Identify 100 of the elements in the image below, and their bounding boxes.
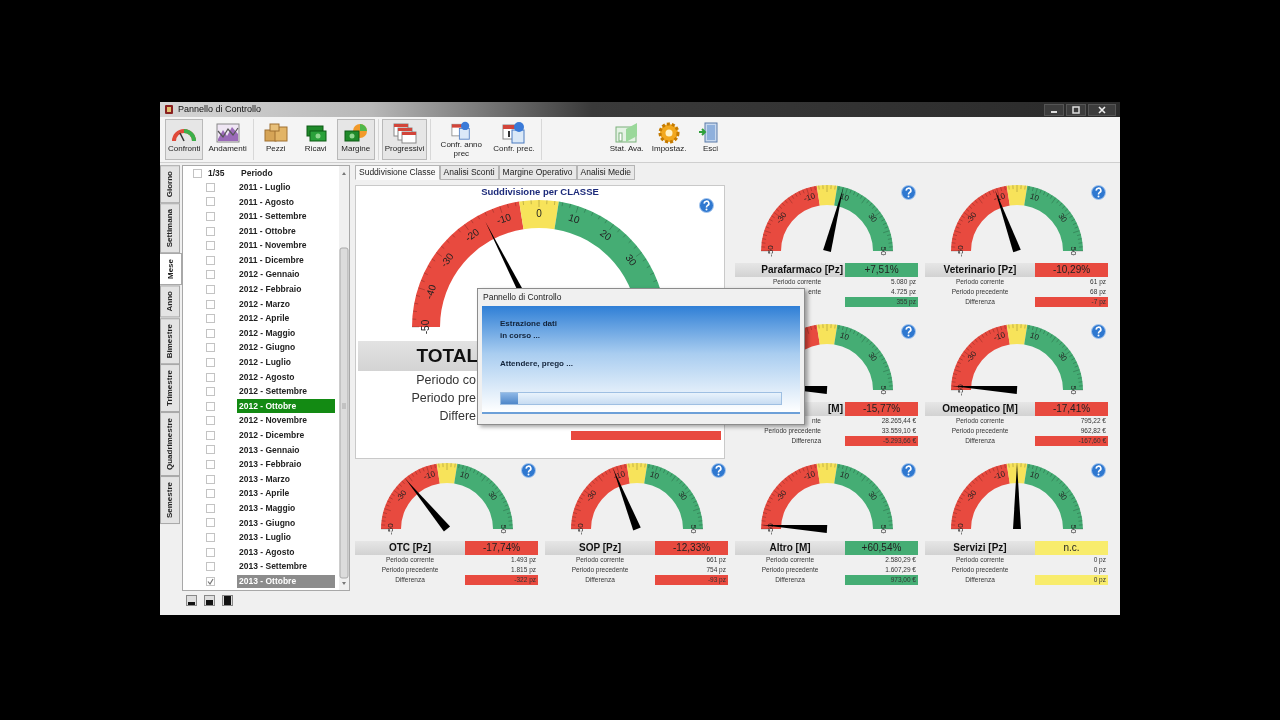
period-item[interactable]: 2013 - Agosto	[237, 545, 335, 559]
period-item[interactable]: 2011 - Luglio	[237, 180, 335, 195]
period-item[interactable]: 2012 - Giugno	[237, 341, 335, 355]
period-item[interactable]: 2012 - Luglio	[237, 355, 335, 370]
period-item[interactable]: 2012 - Settembre	[237, 384, 335, 399]
checkbox[interactable]	[205, 284, 215, 294]
scale-label: -30	[774, 210, 789, 226]
checkbox[interactable]	[205, 241, 215, 251]
period-tab[interactable]: Semestre	[160, 476, 180, 525]
scale-label: 0	[536, 207, 542, 219]
help-icon[interactable]	[901, 185, 916, 200]
checkbox[interactable]	[205, 430, 215, 440]
period-item[interactable]: 2011 - Ottobre	[237, 224, 335, 238]
help-icon[interactable]	[1091, 185, 1106, 200]
help-icon[interactable]	[1091, 324, 1106, 339]
help-icon[interactable]	[521, 463, 536, 478]
help-icon[interactable]	[711, 463, 726, 478]
period-item[interactable]: 2012 - Aprile	[237, 311, 335, 326]
app-icon	[164, 104, 174, 115]
checkbox[interactable]	[205, 372, 215, 382]
checkbox[interactable]	[205, 489, 215, 499]
period-item[interactable]: 2012 - Dicembre	[237, 428, 335, 443]
period-item[interactable]: 2013 - Giugno	[237, 516, 335, 530]
checkbox[interactable]	[205, 314, 215, 324]
toolbar-button[interactable]: Margine	[336, 119, 375, 160]
tab[interactable]: Suddivisione Classe	[355, 165, 440, 180]
period-tab[interactable]: Anno	[160, 285, 180, 318]
scrollbar[interactable]	[339, 166, 349, 590]
period-tab[interactable]: Bimestre	[160, 317, 180, 365]
checkbox[interactable]	[205, 387, 215, 397]
period-item[interactable]: 2012 - Ottobre	[237, 399, 335, 413]
period-item[interactable]: 2012 - Febbraio	[237, 282, 335, 297]
checkbox[interactable]	[205, 343, 215, 353]
tab[interactable]: Analisi Sconti	[439, 165, 499, 180]
checkbox[interactable]	[205, 197, 215, 207]
period-item[interactable]: 2012 - Agosto	[237, 370, 335, 384]
period-item[interactable]: 2013 - Settembre	[237, 559, 335, 574]
checkbox[interactable]	[205, 182, 215, 192]
toolbar-button[interactable]: Confr. anno prec	[434, 119, 489, 160]
toolbar-button[interactable]: Confronti	[165, 119, 204, 160]
period-item[interactable]: 2013 - Febbraio	[237, 457, 335, 472]
tab[interactable]: Analisi Medie	[576, 165, 636, 180]
toolbar-button[interactable]: Impostaz.	[648, 119, 690, 160]
checkbox[interactable]	[205, 576, 215, 586]
checkbox[interactable]	[205, 401, 215, 411]
minimize-button[interactable]	[1044, 103, 1064, 116]
toolbar-button[interactable]: Pezzi	[256, 119, 295, 160]
tab[interactable]: Margine Operativo	[498, 165, 577, 180]
period-item[interactable]: 2012 - Maggio	[237, 326, 335, 341]
checkbox[interactable]	[205, 270, 215, 280]
checkbox[interactable]	[205, 547, 215, 557]
checkbox[interactable]	[205, 503, 215, 513]
toolbar-button[interactable]: Andamenti	[205, 119, 250, 160]
checkbox[interactable]	[205, 357, 215, 367]
checkbox[interactable]	[205, 533, 215, 543]
scale-label: 30	[866, 350, 879, 364]
checkbox[interactable]	[205, 255, 215, 265]
help-icon[interactable]	[1091, 463, 1106, 478]
period-item[interactable]: 2013 - Marzo	[237, 472, 335, 486]
toolbar-button[interactable]: Progressivi	[381, 119, 428, 160]
period-item[interactable]: 2012 - Gennaio	[237, 268, 335, 282]
checkbox[interactable]	[205, 562, 215, 572]
period-tab[interactable]: Quadrimestre	[160, 412, 180, 477]
period-tab[interactable]: Giorno	[160, 165, 180, 204]
period-item[interactable]: 2011 - Novembre	[237, 238, 335, 253]
help-icon[interactable]	[699, 198, 714, 213]
period-tab[interactable]: Trimestre	[160, 364, 180, 413]
view-size-icon[interactable]	[222, 595, 233, 606]
toolbar-button[interactable]: Ricavi	[296, 119, 335, 160]
category-label: OTC [Pz]	[355, 541, 465, 555]
period-item[interactable]: 2011 - Dicembre	[237, 253, 335, 268]
help-icon[interactable]	[901, 463, 916, 478]
checkbox[interactable]	[193, 168, 202, 178]
period-item[interactable]: 2013 - Aprile	[237, 486, 335, 501]
toolbar-button[interactable]: Esci	[691, 119, 730, 160]
checkbox[interactable]	[205, 518, 215, 528]
checkbox[interactable]	[205, 445, 215, 455]
checkbox[interactable]	[205, 474, 215, 484]
period-item[interactable]: 2013 - Maggio	[237, 501, 335, 516]
help-icon[interactable]	[901, 324, 916, 339]
period-item[interactable]: 2012 - Marzo	[237, 297, 335, 311]
checkbox[interactable]	[205, 226, 215, 236]
checkbox[interactable]	[205, 460, 215, 470]
period-tab[interactable]: Settimana	[160, 203, 180, 254]
checkbox[interactable]	[205, 299, 215, 309]
period-item[interactable]: 2011 - Settembre	[237, 209, 335, 224]
period-tab[interactable]: Mese	[160, 253, 182, 286]
checkbox[interactable]	[205, 328, 215, 338]
toolbar-button[interactable]: Stat. Ava.	[606, 119, 647, 160]
period-item[interactable]: 2012 - Novembre	[237, 414, 335, 428]
view-size-icon[interactable]	[186, 595, 197, 606]
checkbox[interactable]	[205, 212, 215, 221]
view-size-icon[interactable]	[204, 595, 215, 606]
period-item[interactable]: 2013 - Gennaio	[237, 443, 335, 457]
maximize-button[interactable]	[1066, 103, 1086, 116]
period-item[interactable]: 2013 - Luglio	[237, 530, 335, 545]
toolbar-button[interactable]: Confr. prec.	[490, 119, 538, 160]
close-button[interactable]	[1088, 103, 1116, 116]
checkbox[interactable]	[205, 416, 215, 426]
period-item[interactable]: 2011 - Agosto	[237, 195, 335, 209]
